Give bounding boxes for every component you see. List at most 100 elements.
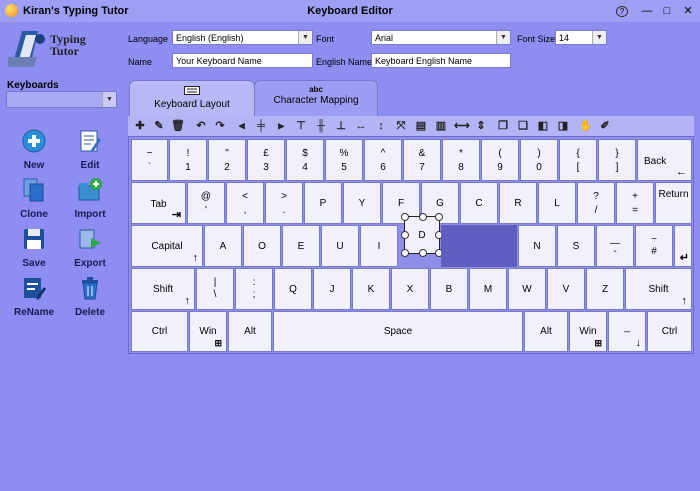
distribute-vertical-icon[interactable]: ▥ bbox=[434, 119, 448, 133]
key-apostrophe[interactable]: @ ' bbox=[187, 182, 225, 224]
key-2[interactable]: " 2 bbox=[208, 139, 246, 181]
key-s[interactable]: S bbox=[557, 225, 595, 267]
close-button[interactable]: ✕ bbox=[677, 3, 699, 19]
key-minus[interactable]: — - bbox=[596, 225, 634, 267]
delete-button[interactable]: Delete bbox=[70, 275, 110, 318]
clone-button[interactable]: Clone bbox=[14, 177, 54, 220]
resize-handle[interactable] bbox=[401, 213, 409, 221]
same-width-icon[interactable]: ⟷ bbox=[454, 119, 470, 133]
hand-icon[interactable]: ✋ bbox=[579, 119, 593, 133]
key-shift-right[interactable]: Shift ↑ bbox=[625, 268, 692, 310]
align-left-icon[interactable]: ⫷ bbox=[235, 119, 249, 133]
key-6[interactable]: ^ 6 bbox=[364, 139, 402, 181]
import-button[interactable]: Import bbox=[70, 177, 110, 220]
key-b[interactable]: B bbox=[430, 268, 468, 310]
key-capital[interactable]: Capital ↑ bbox=[131, 225, 203, 267]
key-u[interactable]: U bbox=[321, 225, 359, 267]
chevron-down-icon[interactable]: ▼ bbox=[102, 92, 116, 107]
key-right-bracket[interactable]: }] bbox=[598, 139, 636, 181]
key-space[interactable]: Space bbox=[273, 311, 523, 352]
key-r[interactable]: R bbox=[499, 182, 537, 224]
rename-button[interactable]: ReName bbox=[14, 275, 54, 318]
save-button[interactable]: Save bbox=[14, 226, 54, 269]
key-e[interactable]: E bbox=[282, 225, 320, 267]
key-n[interactable]: N bbox=[518, 225, 556, 267]
tab-character-mapping[interactable]: abc Character Mapping bbox=[254, 80, 378, 117]
align-middle-icon[interactable]: ╫ bbox=[314, 119, 328, 133]
key-y[interactable]: Y bbox=[343, 182, 381, 224]
key-3[interactable]: £3 bbox=[247, 139, 285, 181]
key-1[interactable]: ! 1 bbox=[169, 139, 207, 181]
stretch-horizontal-icon[interactable]: ↔ bbox=[354, 119, 368, 133]
key-win-right[interactable]: Win ⊞ bbox=[569, 311, 607, 352]
key-9[interactable]: (9 bbox=[481, 139, 519, 181]
stretch-vertical-icon[interactable]: ↕ bbox=[374, 119, 388, 133]
key-underscore[interactable]: _ ↓ bbox=[608, 311, 646, 352]
key-backslash[interactable]: | \ bbox=[196, 268, 234, 310]
key-ctrl-right[interactable]: Ctrl bbox=[647, 311, 692, 352]
send-back-icon[interactable]: ❏ bbox=[516, 119, 530, 133]
resize-handle[interactable] bbox=[419, 213, 427, 221]
resize-handle[interactable] bbox=[435, 213, 443, 221]
key-tab[interactable]: Tab ⇥ bbox=[131, 182, 186, 224]
key-q[interactable]: Q bbox=[274, 268, 312, 310]
key-7[interactable]: & 7 bbox=[403, 139, 441, 181]
key-a[interactable]: A bbox=[204, 225, 242, 267]
distribute-horizontal-icon[interactable]: ▤ bbox=[414, 119, 428, 133]
key-ctrl-left[interactable]: Ctrl bbox=[131, 311, 188, 352]
align-center-icon[interactable]: ╪ bbox=[254, 119, 268, 133]
key-m[interactable]: M bbox=[469, 268, 507, 310]
key-alt-right[interactable]: Alt bbox=[524, 311, 568, 352]
chevron-down-icon[interactable]: ▼ bbox=[298, 31, 312, 44]
minimize-button[interactable]: — bbox=[636, 3, 658, 19]
resize-handle[interactable] bbox=[401, 231, 409, 239]
key-p[interactable]: P bbox=[304, 182, 342, 224]
same-height-icon[interactable]: ⇕ bbox=[474, 119, 488, 133]
export-button[interactable]: Export bbox=[70, 226, 110, 269]
language-combo[interactable]: English (English) ▼ bbox=[172, 30, 313, 45]
key-semicolon[interactable]: :; bbox=[235, 268, 273, 310]
key-backspace[interactable]: Back ← bbox=[637, 139, 692, 181]
resize-handle[interactable] bbox=[401, 249, 409, 257]
new-button[interactable]: New bbox=[14, 128, 54, 171]
key-win-left[interactable]: Win ⊞ bbox=[189, 311, 227, 352]
english-name-input[interactable]: Keyboard English Name bbox=[371, 53, 511, 68]
key-w[interactable]: W bbox=[508, 268, 546, 310]
key-comma[interactable]: <, bbox=[226, 182, 264, 224]
font-size-combo[interactable]: 14 ▼ bbox=[555, 30, 607, 45]
key-period[interactable]: >. bbox=[265, 182, 303, 224]
undo-icon[interactable]: ↶ bbox=[194, 119, 208, 133]
bring-front-icon[interactable]: ❐ bbox=[496, 119, 510, 133]
key-z[interactable]: Z bbox=[586, 268, 624, 310]
expand-icon[interactable]: ⤧ bbox=[394, 119, 408, 133]
ungroup-icon[interactable]: ◨ bbox=[556, 119, 570, 133]
key-left-bracket[interactable]: {[ bbox=[559, 139, 597, 181]
key-j[interactable]: J bbox=[313, 268, 351, 310]
align-top-icon[interactable]: ⊤ bbox=[294, 119, 308, 133]
redo-icon[interactable]: ↷ bbox=[213, 119, 227, 133]
edit-icon[interactable]: ✎ bbox=[152, 119, 166, 133]
eyedropper-icon[interactable]: ✐ bbox=[598, 119, 612, 133]
group-icon[interactable]: ◧ bbox=[536, 119, 550, 133]
key-8[interactable]: * 8 bbox=[442, 139, 480, 181]
edit-button[interactable]: Edit bbox=[70, 128, 110, 171]
key-hash[interactable]: ~ # bbox=[635, 225, 673, 267]
font-combo[interactable]: Arial ▼ bbox=[371, 30, 511, 45]
chevron-down-icon[interactable]: ▼ bbox=[496, 31, 510, 44]
key-4[interactable]: $4 bbox=[286, 139, 324, 181]
key-shift-left[interactable]: Shift ↑ bbox=[131, 268, 195, 310]
key-v[interactable]: V bbox=[547, 268, 585, 310]
key-equals[interactable]: + = bbox=[616, 182, 654, 224]
key-o[interactable]: O bbox=[243, 225, 281, 267]
key-d-selected[interactable]: D bbox=[401, 213, 443, 257]
key-alt-left[interactable]: Alt bbox=[228, 311, 272, 352]
key-slash[interactable]: ? / bbox=[577, 182, 615, 224]
key-c[interactable]: C bbox=[460, 182, 498, 224]
key-backtick[interactable]: ~ ` bbox=[131, 139, 168, 181]
key-x[interactable]: X bbox=[391, 268, 429, 310]
key-return-lower[interactable]: ↵ bbox=[674, 225, 692, 267]
chevron-down-icon[interactable]: ▼ bbox=[592, 31, 606, 44]
delete-icon[interactable]: 🗑 bbox=[171, 119, 185, 133]
resize-handle[interactable] bbox=[419, 249, 427, 257]
key-i[interactable]: I bbox=[360, 225, 398, 267]
